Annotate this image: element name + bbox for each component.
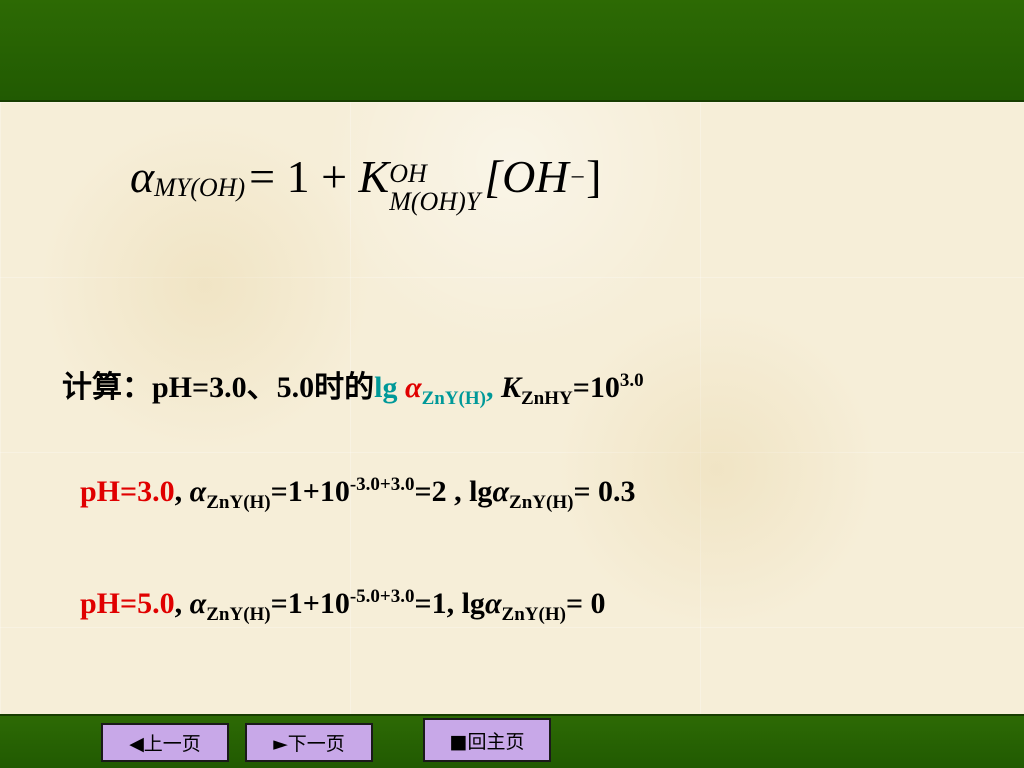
previous-page-button[interactable]: ◀上一页 xyxy=(101,723,229,762)
answer-ph3-alpha2-subscript: ZnY(H) xyxy=(509,492,574,513)
answer-ph5-alpha: α xyxy=(189,587,207,620)
formula-k: K xyxy=(358,151,390,202)
answer-ph5-alpha2-subscript: ZnY(H) xyxy=(501,604,566,625)
answer-ph5-line: pH=5.0, αZnY(H)=1+10-5.0+3.0=1, lgαZnY(H… xyxy=(80,586,606,626)
formula-k-subscript: M(OH)Y xyxy=(389,187,481,217)
answer-ph3-eq: =1+10 xyxy=(270,475,350,508)
question-k-subscript: ZnHY xyxy=(521,388,573,409)
formula-bracket-close: ] xyxy=(586,151,602,202)
question-exponent: 3.0 xyxy=(619,370,644,391)
formula-bracket-superscript: − xyxy=(568,162,587,192)
home-page-label: ■回主页 xyxy=(449,730,525,753)
question-eq: =10 xyxy=(572,371,620,404)
answer-ph3-alpha-subscript: ZnY(H) xyxy=(206,492,271,513)
question-k: K xyxy=(500,371,521,404)
formula-k-superscript: OH xyxy=(389,158,427,188)
answer-ph3-alpha: α xyxy=(189,475,207,508)
header-bar xyxy=(0,0,1024,102)
formula-bracket-content: [OH xyxy=(484,151,569,202)
question-prefix: 计算：pH=3.0、5.0时的 xyxy=(62,371,375,404)
answer-ph5-result: =1, lg xyxy=(414,587,485,620)
next-page-button[interactable]: ►下一页 xyxy=(245,723,373,762)
home-page-button[interactable]: ■回主页 xyxy=(423,718,551,762)
answer-ph3-final: = 0.3 xyxy=(573,475,636,508)
answer-ph5-comma: , xyxy=(174,587,190,620)
question-lg: lg xyxy=(374,371,405,404)
question-line: 计算：pH=3.0、5.0时的lg αZnY(H), KZnHY=103.0 xyxy=(62,362,644,410)
answer-ph3-alpha2: α xyxy=(492,475,510,508)
formula-alpha: α xyxy=(130,151,155,202)
answer-ph5-alpha2: α xyxy=(484,587,502,620)
answer-ph5-label: pH=5.0 xyxy=(80,587,175,620)
formula-equals-one-plus: = 1 + xyxy=(249,151,359,202)
next-page-label: ►下一页 xyxy=(273,733,345,755)
alpha-oh-formula: αMY(OH) = 1 + K OH M(OH)Y [OH−] xyxy=(130,150,601,217)
formula-alpha-subscript: MY(OH) xyxy=(154,173,246,203)
previous-page-label: ◀上一页 xyxy=(129,733,201,755)
answer-ph3-line: pH=3.0, αZnY(H)=1+10-3.0+3.0=2 , lgαZnY(… xyxy=(80,474,636,514)
answer-ph3-label: pH=3.0 xyxy=(80,475,175,508)
question-alpha: α xyxy=(404,371,422,404)
answer-ph3-exponent: -3.0+3.0 xyxy=(349,474,415,495)
answer-ph5-final: = 0 xyxy=(565,587,606,620)
answer-ph5-alpha-subscript: ZnY(H) xyxy=(206,604,271,625)
answer-ph5-exponent: -5.0+3.0 xyxy=(349,586,415,607)
question-comma: , xyxy=(485,371,494,404)
answer-ph3-result: =2 , lg xyxy=(414,475,493,508)
answer-ph3-comma: , xyxy=(174,475,190,508)
answer-ph5-eq: =1+10 xyxy=(270,587,350,620)
question-alpha-subscript: ZnY(H) xyxy=(421,388,486,409)
